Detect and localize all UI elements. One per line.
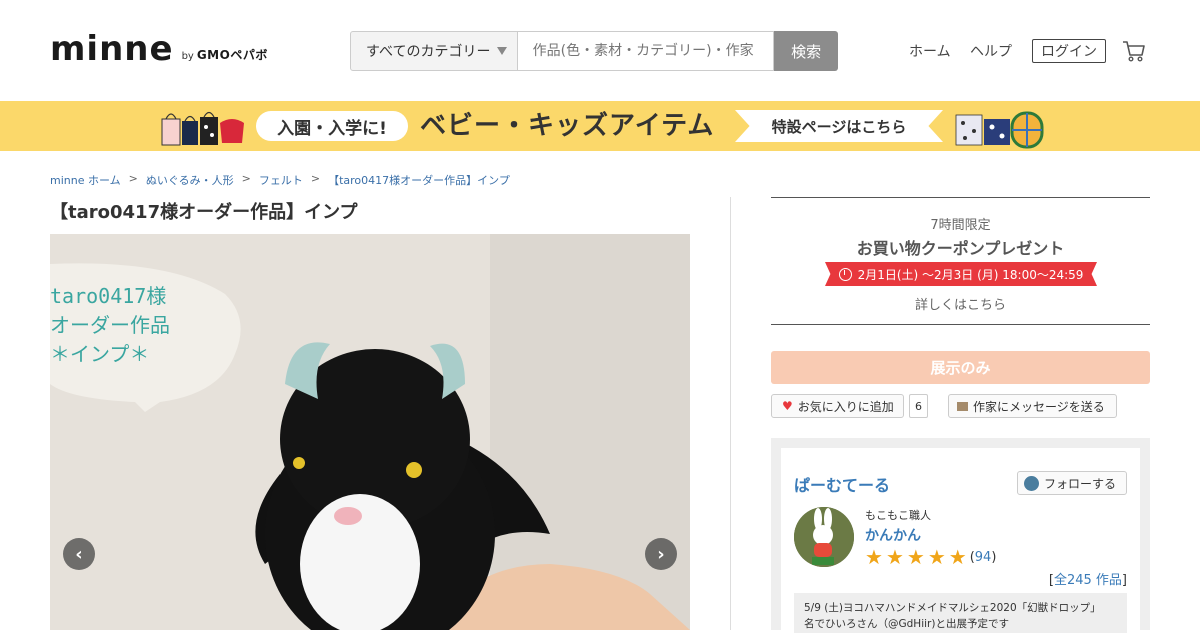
message-seller-button[interactable]: 作家にメッセージを送る [948,394,1117,418]
page-title: 【taro0417様オーダー作品】インプ [50,202,358,223]
breadcrumb-separator: > [241,172,251,185]
breadcrumb-subcategory[interactable]: フェルト [259,172,303,188]
coupon-limit-label: 7時間限定 [930,218,991,233]
artisan-name-link[interactable]: かんかん [865,525,921,545]
coupon-box: 7時間限定 お買い物クーポンプレゼント 2月1日(土) 〜2月3日 (月) 18… [771,197,1150,325]
seller-card: ぱーむてーる フォローする もこもこ職人 かんかん ★ ★ ★ ★ ★ (94) [781,448,1140,633]
all-works-link[interactable]: 全245 作品 [1054,573,1122,588]
exhibit-only-button: 展示のみ [771,351,1150,384]
message-seller-label: 作家にメッセージを送る [973,399,1105,414]
minne-logo[interactable]: minne by GMOペパボ [50,29,268,69]
promo-banner[interactable]: 入園・入学に! ベビー・キッズアイテム 特設ページはこちら [0,101,1200,151]
breadcrumb: minne ホーム > ぬいぐるみ・人形 > フェルト > 【taro0417様… [50,172,510,188]
photo-caption-line: taro0417様 [50,284,167,308]
coupon-detail-link[interactable]: 詳しくはこちら [771,294,1150,313]
breadcrumb-separator: > [310,172,321,185]
search-bar: すべてのカテゴリー 検索 [350,31,838,71]
follow-button[interactable]: フォローする [1017,471,1127,495]
column-divider [730,197,731,630]
coupon-date-ribbon: 2月1日(土) 〜2月3日 (月) 18:00〜24:59 [825,262,1097,286]
breadcrumb-separator: > [128,172,138,185]
star-icon: ★ [948,545,967,569]
site-header: minne by GMOペパボ すべてのカテゴリー 検索 ホーム ヘルプ ログイ… [0,0,1200,101]
star-icon: ★ [927,545,946,569]
all-works: [全245 作品] [1049,569,1127,588]
tote-bags-illustration [161,111,244,146]
photo-caption: taro0417様 オーダー作品 ＊インプ＊ [50,282,250,369]
all-works-close-bracket: ] [1121,573,1127,588]
prev-image-button[interactable]: ‹ [63,538,95,570]
breadcrumb-home[interactable]: minne ホーム [50,172,121,188]
photo-caption-line: ＊インプ＊ [50,342,150,366]
add-favorite-label: お気に入りに追加 [797,399,894,414]
rating-stars: ★ ★ ★ ★ ★ (94) [865,547,996,567]
rabbit-avatar-illustration [794,507,854,567]
follow-label: フォローする [1044,476,1117,491]
shop-name-link[interactable]: ぱーむてーる [794,472,890,496]
banner-pill-label: 入園・入学に! [256,111,408,141]
seller-notice: 5/9 (土)ヨコハマハンドメイドマルシェ2020「幻獣ドロップ」 名でひいろさ… [794,593,1127,633]
logo-wordmark: minne [50,29,174,69]
banner-headline: ベビー・キッズアイテム [420,111,715,141]
search-input[interactable] [517,31,775,71]
search-button[interactable]: 検索 [774,31,838,71]
login-button[interactable]: ログイン [1032,39,1106,63]
logo-company: GMOペパボ [196,48,268,62]
favorite-count: 6 [909,394,928,418]
review-count: (94) [969,549,997,565]
photo-caption-line: オーダー作品 [50,313,170,337]
follow-icon [1024,475,1039,491]
breadcrumb-category[interactable]: ぬいぐるみ・人形 [146,172,234,188]
star-icon: ★ [906,545,925,569]
coupon-title: お買い物クーポンプレゼント [856,239,1065,258]
review-count-link[interactable]: 94 [975,550,992,565]
baby-goods-illustration [955,111,1044,149]
category-select[interactable]: すべてのカテゴリー [350,31,518,71]
nav-home-link[interactable]: ホーム [909,39,951,63]
banner-special-page-link[interactable]: 特設ページはこちら [735,110,943,142]
envelope-icon [957,401,968,411]
seller-notice-line: 5/9 (土)ヨコハマハンドメイドマルシェ2020「幻獣ドロップ」 [804,602,1101,614]
clock-icon [838,267,852,281]
next-image-button[interactable]: › [645,538,677,570]
heart-icon: ♥ [782,399,793,413]
product-photo[interactable]: taro0417様 オーダー作品 ＊インプ＊ ‹ › [50,234,690,630]
category-select-label: すべてのカテゴリー [366,44,491,60]
dropdown-triangle-icon [496,47,507,55]
add-favorite-button[interactable]: ♥ お気に入りに追加 [771,394,904,418]
cart-icon[interactable] [1122,39,1146,63]
star-icon: ★ [865,545,883,569]
nav-help-link[interactable]: ヘルプ [970,39,1012,63]
star-icon: ★ [885,545,904,569]
seller-panel: ぱーむてーる フォローする もこもこ職人 かんかん ★ ★ ★ ★ ★ (94) [771,438,1150,633]
avatar[interactable] [794,507,854,567]
coupon-date-text: 2月1日(土) 〜2月3日 (月) 18:00〜24:59 [857,267,1084,282]
logo-by: by [181,51,194,62]
breadcrumb-current[interactable]: 【taro0417様オーダー作品】インプ [328,172,510,188]
artisan-title: もこもこ職人 [865,509,931,522]
